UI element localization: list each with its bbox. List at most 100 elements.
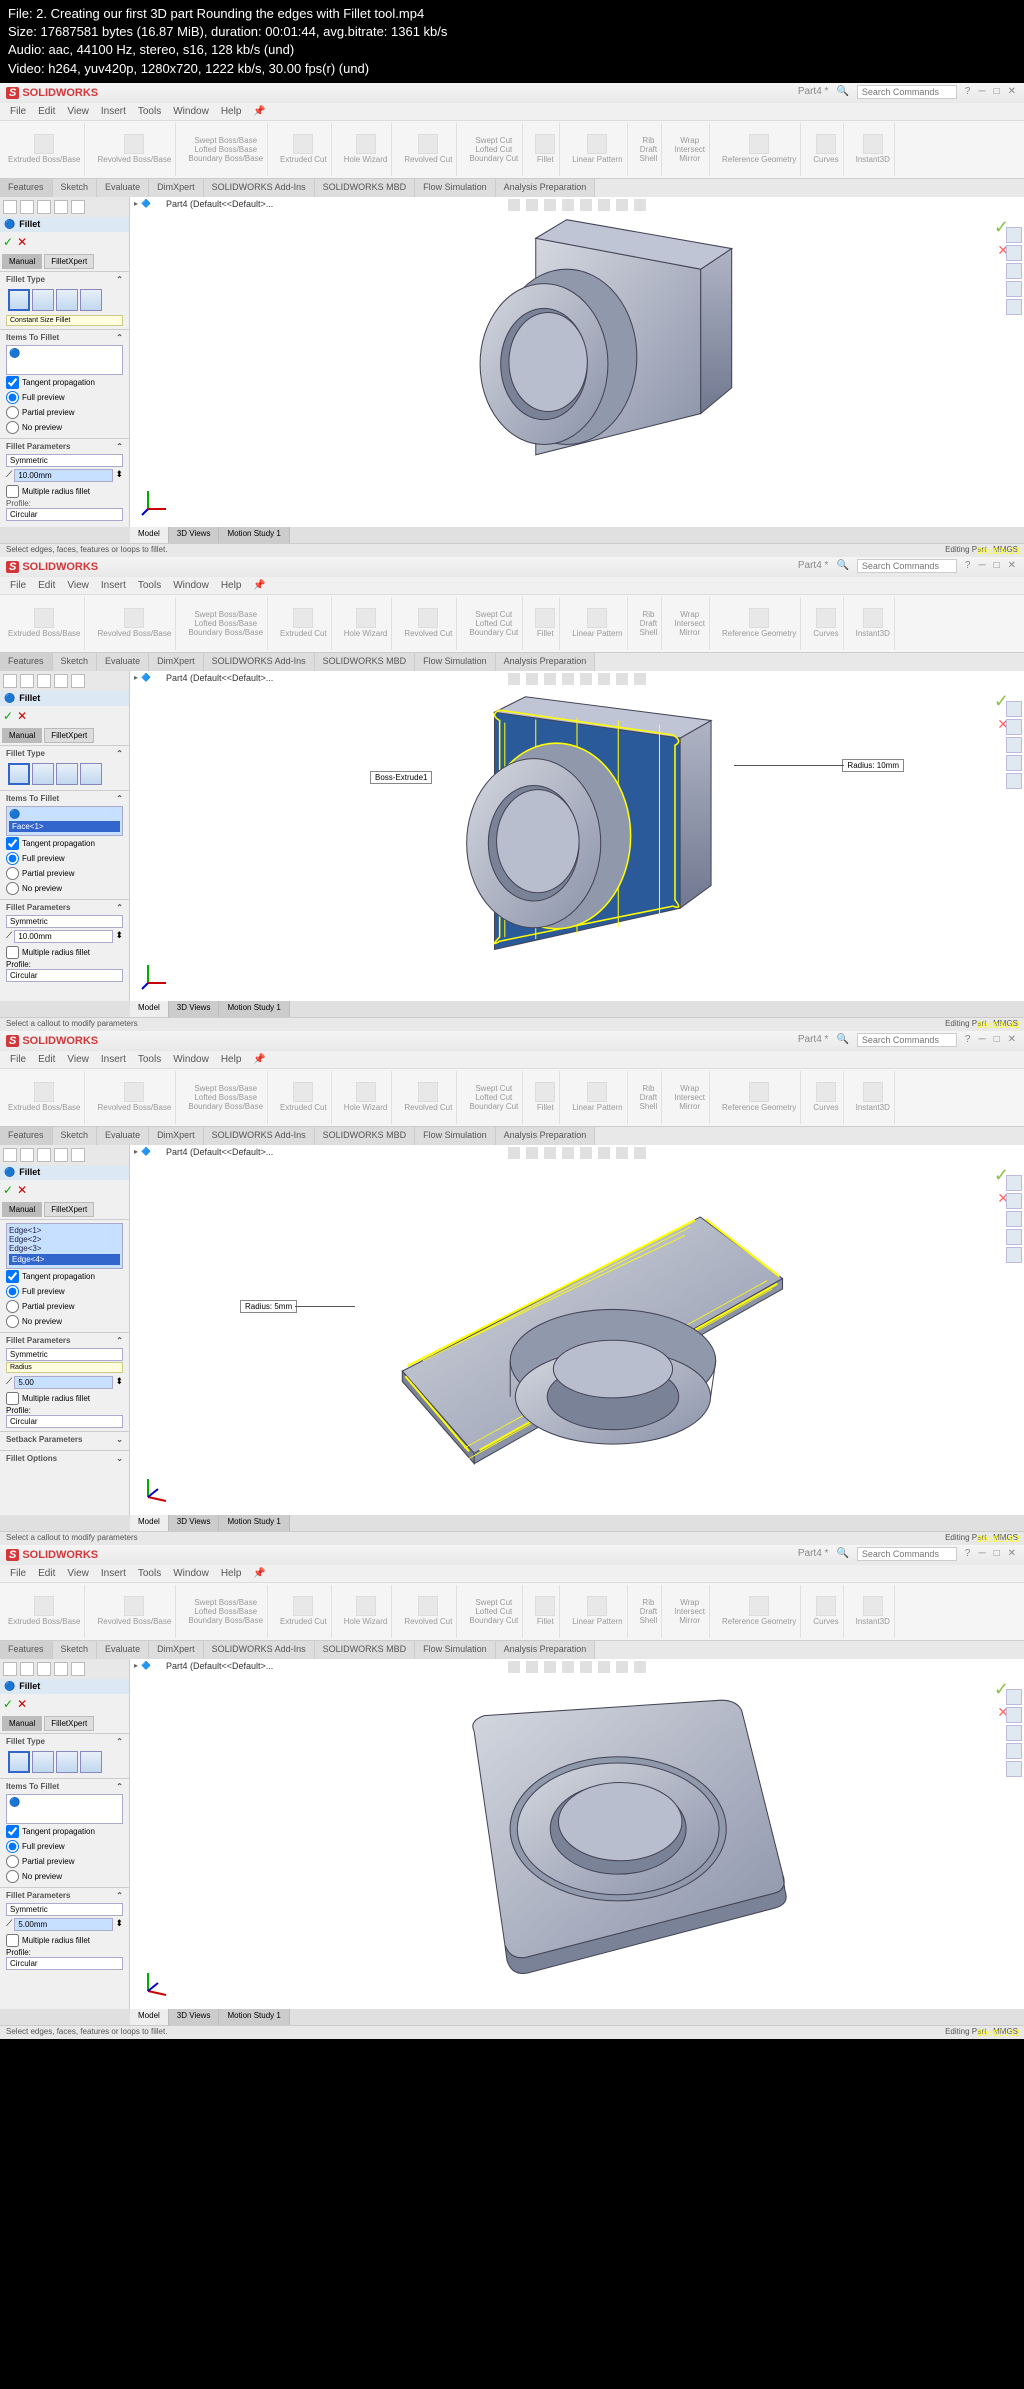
menu-file[interactable]: File (10, 106, 26, 117)
model-tab[interactable]: Model (130, 1515, 169, 1531)
search-commands-input[interactable] (857, 1547, 957, 1561)
items-to-fillet-list[interactable]: 🔵 (6, 1794, 123, 1824)
motion-tab[interactable]: Motion Study 1 (219, 527, 289, 543)
tab-evaluate[interactable]: Evaluate (97, 1641, 149, 1659)
menu-insert[interactable]: Insert (101, 106, 126, 117)
manual-tab[interactable]: Manual (2, 728, 42, 743)
multi-radius-checkbox[interactable] (6, 485, 19, 498)
tab-evaluate[interactable]: Evaluate (97, 1127, 149, 1145)
tab-sketch[interactable]: Sketch (53, 653, 98, 671)
multi-radius-checkbox[interactable] (6, 1392, 19, 1405)
full-round-fillet-button[interactable] (80, 1751, 102, 1773)
3d-viewport[interactable]: ▸ 🔷 Part4 (Default<<Default>... ✓ ✕ (130, 1659, 1024, 2009)
close-icon[interactable]: ✕ (1008, 1548, 1016, 1559)
cancel-button[interactable]: ✕ (17, 1183, 27, 1197)
3dviews-tab[interactable]: 3D Views (169, 527, 220, 543)
ref-geometry-button[interactable]: Reference Geometry (722, 134, 796, 164)
tab-evaluate[interactable]: Evaluate (97, 653, 149, 671)
swept-boss-button[interactable]: Swept Boss/Base (194, 136, 257, 145)
menu-file[interactable]: File (10, 580, 26, 591)
search-commands-input[interactable] (857, 559, 957, 573)
tab-features[interactable]: Features (0, 1127, 53, 1145)
menu-file[interactable]: File (10, 1568, 26, 1579)
extruded-boss-button[interactable]: Extruded Boss/Base (8, 134, 80, 164)
tab-sketch[interactable]: Sketch (53, 1641, 98, 1659)
revolved-boss-button[interactable]: Revolved Boss/Base (97, 134, 171, 164)
no-preview-radio[interactable] (6, 421, 19, 434)
tab-sketch[interactable]: Sketch (53, 179, 98, 197)
tab-features[interactable]: Features (0, 1641, 53, 1659)
menu-window[interactable]: Window (173, 1054, 209, 1065)
tab-analysis[interactable]: Analysis Preparation (496, 1641, 596, 1659)
face-fillet-button[interactable] (56, 1751, 78, 1773)
manual-tab[interactable]: Manual (2, 254, 42, 269)
no-preview-radio[interactable] (6, 1315, 19, 1328)
tangent-prop-checkbox[interactable] (6, 837, 19, 850)
tab-mbd[interactable]: SOLIDWORKS MBD (315, 653, 416, 671)
no-preview-radio[interactable] (6, 882, 19, 895)
ok-button[interactable]: ✓ (3, 709, 13, 723)
model-tab[interactable]: Model (130, 2009, 169, 2025)
intersect-button[interactable]: Intersect (674, 145, 705, 154)
minimize-icon[interactable]: ─ (978, 1034, 985, 1045)
symmetric-dropdown[interactable]: Symmetric (6, 454, 123, 467)
partial-preview-radio[interactable] (6, 867, 19, 880)
edge-item-2[interactable]: Edge<2> (9, 1235, 120, 1244)
maximize-icon[interactable]: □ (994, 1034, 1000, 1045)
menu-view[interactable]: View (67, 1054, 89, 1065)
profile-dropdown[interactable]: Circular (6, 1415, 123, 1428)
multi-radius-checkbox[interactable] (6, 946, 19, 959)
radius-input[interactable]: 10.00mm (14, 930, 113, 943)
help-icon[interactable]: ? (965, 1034, 971, 1045)
items-header[interactable]: Items To Fillet⌃ (6, 333, 123, 342)
tab-dimxpert[interactable]: DimXpert (149, 653, 204, 671)
curves-button[interactable]: Curves (813, 608, 838, 638)
3dviews-tab[interactable]: 3D Views (169, 1515, 220, 1531)
extruded-cut-button[interactable]: Extruded Cut (280, 134, 327, 164)
ref-geometry-button[interactable]: Reference Geometry (722, 608, 796, 638)
lofted-cut-button[interactable]: Lofted Cut (475, 145, 512, 154)
rt-btn-4[interactable] (1006, 281, 1022, 297)
radius-callout[interactable]: Radius: 5mm (240, 1300, 297, 1313)
radius-input[interactable]: 5.00 (14, 1376, 113, 1389)
menu-window[interactable]: Window (173, 106, 209, 117)
menu-tools[interactable]: Tools (138, 580, 161, 591)
symmetric-dropdown[interactable]: Symmetric (6, 1348, 123, 1361)
full-preview-radio[interactable] (6, 852, 19, 865)
3d-viewport[interactable]: ▸ 🔷 Part4 (Default<<Default>... ✓ ✕ Boss… (130, 671, 1024, 1001)
linear-pattern-button[interactable]: Linear Pattern (572, 608, 622, 638)
revolved-cut-button[interactable]: Revolved Cut (404, 134, 452, 164)
model-tab[interactable]: Model (130, 527, 169, 543)
display-style-icon[interactable] (598, 199, 610, 211)
fillet-button[interactable]: Fillet (535, 134, 555, 164)
search-commands-input[interactable] (857, 85, 957, 99)
partial-preview-radio[interactable] (6, 406, 19, 419)
tab-addins[interactable]: SOLIDWORKS Add-Ins (204, 179, 315, 197)
help-icon[interactable]: ? (965, 86, 971, 97)
tangent-prop-checkbox[interactable] (6, 1825, 19, 1838)
minimize-icon[interactable]: ─ (978, 86, 985, 97)
menu-tools[interactable]: Tools (138, 1054, 161, 1065)
tab-flow[interactable]: Flow Simulation (415, 1641, 496, 1659)
menu-insert[interactable]: Insert (101, 580, 126, 591)
full-round-fillet-button[interactable] (80, 289, 102, 311)
full-preview-radio[interactable] (6, 1840, 19, 1853)
menu-view[interactable]: View (67, 580, 89, 591)
cancel-button[interactable]: ✕ (17, 1697, 27, 1711)
boundary-cut-button[interactable]: Boundary Cut (469, 154, 518, 163)
axis-triad[interactable] (140, 487, 170, 517)
profile-dropdown[interactable]: Circular (6, 1957, 123, 1970)
manual-tab[interactable]: Manual (2, 1716, 42, 1731)
menu-view[interactable]: View (67, 106, 89, 117)
menu-window[interactable]: Window (173, 580, 209, 591)
tab-mbd[interactable]: SOLIDWORKS MBD (315, 1641, 416, 1659)
maximize-icon[interactable]: □ (994, 560, 1000, 571)
profile-dropdown[interactable]: Circular (6, 508, 123, 521)
rotate-icon[interactable] (544, 199, 556, 211)
filletxpert-tab[interactable]: FilletXpert (44, 1202, 94, 1217)
ok-button[interactable]: ✓ (3, 1183, 13, 1197)
menu-file[interactable]: File (10, 1054, 26, 1065)
full-preview-radio[interactable] (6, 391, 19, 404)
revolved-cut-button[interactable]: Revolved Cut (404, 608, 452, 638)
edge-item-1[interactable]: Edge<1> (9, 1226, 120, 1235)
